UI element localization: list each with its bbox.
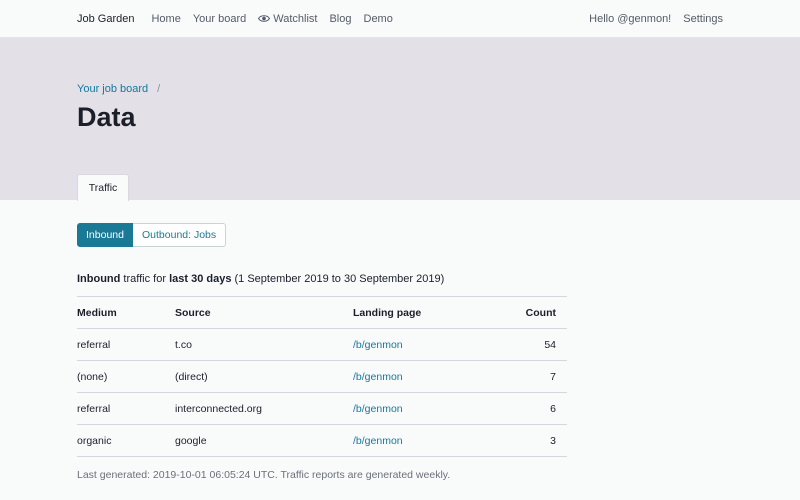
eye-icon bbox=[258, 15, 271, 22]
user-greeting-link[interactable]: Hello @genmon! bbox=[589, 13, 671, 25]
nav-watchlist-link[interactable]: Watchlist bbox=[258, 13, 317, 25]
cell-medium: (none) bbox=[77, 360, 175, 393]
cell-medium: referral bbox=[77, 392, 175, 425]
table-row: referral interconnected.org /b/genmon 6 bbox=[77, 392, 567, 425]
nav-blog-link[interactable]: Blog bbox=[329, 13, 351, 25]
landing-page-link[interactable]: /b/genmon bbox=[353, 339, 403, 351]
cell-source: interconnected.org bbox=[175, 392, 353, 425]
summary-period: last 30 days bbox=[169, 273, 232, 285]
traffic-summary: Inbound traffic for last 30 days (1 Sept… bbox=[77, 273, 444, 285]
nav-demo-link[interactable]: Demo bbox=[364, 13, 393, 25]
header-medium: Medium bbox=[77, 296, 175, 329]
header-count: Count bbox=[513, 296, 567, 329]
cell-source: (direct) bbox=[175, 360, 353, 393]
cell-source: t.co bbox=[175, 328, 353, 361]
breadcrumb: Your job board / bbox=[77, 83, 160, 95]
report-footnote: Last generated: 2019-10-01 06:05:24 UTC.… bbox=[77, 469, 451, 481]
cell-count: 6 bbox=[513, 392, 567, 425]
nav-home-link[interactable]: Home bbox=[151, 13, 180, 25]
settings-link[interactable]: Settings bbox=[683, 13, 723, 25]
traffic-table: Medium Source Landing page Count referra… bbox=[77, 296, 567, 457]
top-nav: Job Garden Home Your board Watchlist Blo… bbox=[0, 0, 800, 38]
cell-count: 54 bbox=[513, 328, 567, 361]
nav-watchlist-label: Watchlist bbox=[273, 12, 318, 25]
landing-page-link[interactable]: /b/genmon bbox=[353, 371, 403, 383]
table-header-row: Medium Source Landing page Count bbox=[77, 296, 567, 329]
header-landing-page: Landing page bbox=[353, 296, 513, 329]
table-row: referral t.co /b/genmon 54 bbox=[77, 328, 567, 361]
cell-medium: organic bbox=[77, 424, 175, 457]
cell-count: 7 bbox=[513, 360, 567, 393]
summary-text-1: traffic for bbox=[120, 273, 170, 285]
landing-page-link[interactable]: /b/genmon bbox=[353, 435, 403, 447]
summary-date-range: (1 September 2019 to 30 September 2019) bbox=[231, 273, 445, 285]
traffic-direction-toggle: Inbound Outbound: Jobs bbox=[77, 223, 227, 247]
breadcrumb-separator: / bbox=[157, 83, 161, 95]
summary-direction: Inbound bbox=[77, 273, 121, 285]
cell-medium: referral bbox=[77, 328, 175, 361]
table-row: organic google /b/genmon 3 bbox=[77, 424, 567, 457]
page-header: Your job board / Data Traffic bbox=[0, 38, 800, 201]
outbound-jobs-button[interactable]: Outbound: Jobs bbox=[133, 223, 227, 247]
cell-count: 3 bbox=[513, 424, 567, 457]
landing-page-link[interactable]: /b/genmon bbox=[353, 403, 403, 415]
page-title: Data bbox=[77, 102, 136, 132]
tab-traffic[interactable]: Traffic bbox=[77, 174, 129, 201]
table-row: (none) (direct) /b/genmon 7 bbox=[77, 360, 567, 393]
inbound-button[interactable]: Inbound bbox=[77, 223, 133, 247]
brand-link[interactable]: Job Garden bbox=[77, 13, 134, 25]
nav-your-board-link[interactable]: Your board bbox=[193, 13, 246, 25]
breadcrumb-job-board-link[interactable]: Your job board bbox=[77, 83, 148, 95]
cell-source: google bbox=[175, 424, 353, 457]
header-source: Source bbox=[175, 296, 353, 329]
